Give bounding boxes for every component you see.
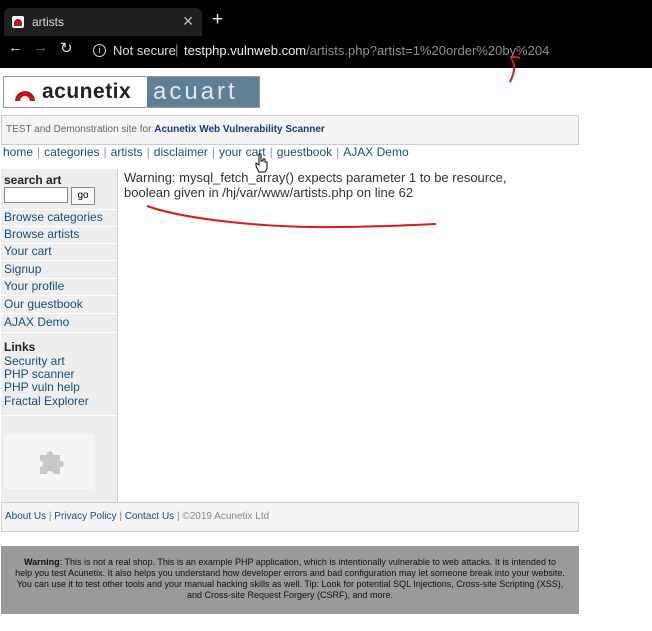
nav-separator: | xyxy=(269,145,273,159)
nav-artists[interactable]: artists xyxy=(111,145,143,159)
puzzle-piece-icon xyxy=(40,451,64,474)
logo-left: acunetix xyxy=(4,77,146,107)
back-icon[interactable]: ← xyxy=(8,39,23,56)
acunetix-logo-icon xyxy=(15,91,35,101)
security-status[interactable]: Not secure xyxy=(113,43,176,58)
nav-guestbook[interactable]: guestbook xyxy=(277,145,332,159)
nav-separator: | xyxy=(37,145,41,159)
tab-title: artists xyxy=(32,15,65,29)
nav-separator: | xyxy=(146,145,150,159)
sidebar-divider xyxy=(1,295,117,296)
sidebar-item-browse-artists[interactable]: Browse artists xyxy=(4,227,79,241)
plugin-placeholder xyxy=(4,434,94,489)
footer-about-link[interactable]: About Us xyxy=(5,511,46,522)
search-label: search art xyxy=(4,173,62,187)
tab-close-icon[interactable]: ✕ xyxy=(182,13,194,30)
search-input[interactable] xyxy=(4,187,68,203)
nav-ajax-demo[interactable]: AJAX Demo xyxy=(343,145,408,159)
sidebar-item-browse-categories[interactable]: Browse categories xyxy=(4,210,103,224)
sidebar-item-signup[interactable]: Signup xyxy=(4,262,41,276)
link-fractal-explorer[interactable]: Fractal Explorer xyxy=(4,394,89,408)
footer-bar: About Us | Privacy Policy | Contact Us |… xyxy=(1,502,579,532)
tagline-link[interactable]: Acunetix Web Vulnerability Scanner xyxy=(154,124,325,135)
link-php-vuln-help[interactable]: PHP vuln help xyxy=(4,380,80,394)
php-warning-message: Warning: mysql_fetch_array() expects par… xyxy=(124,170,507,200)
nav-separator: | xyxy=(211,145,215,159)
nav-disclaimer[interactable]: disclaimer xyxy=(154,145,208,159)
address-bar[interactable]: testphp.vulnweb.com/artists.php?artist=1… xyxy=(184,43,549,58)
annotation-arrow xyxy=(509,55,521,83)
sidebar-divider xyxy=(1,415,117,416)
footer-links: About Us | Privacy Policy | Contact Us |… xyxy=(5,511,269,522)
url-host: testphp.vulnweb.com xyxy=(184,43,307,58)
nav-home[interactable]: home xyxy=(3,145,33,159)
tagline-bar: TEST and Demonstration site for Acunetix… xyxy=(1,115,579,145)
logo-band: acuart xyxy=(147,77,259,107)
annotation-underline xyxy=(146,205,437,229)
tagline: TEST and Demonstration site for Acunetix… xyxy=(6,124,325,135)
nav-separator: | xyxy=(103,145,107,159)
disclaimer-text: Warning: This is not a real shop. This i… xyxy=(15,557,565,601)
footer-privacy-link[interactable]: Privacy Policy xyxy=(54,511,116,522)
sidebar-item-our-guestbook[interactable]: Our guestbook xyxy=(4,297,83,311)
links-heading: Links xyxy=(4,340,36,354)
sidebar-item-ajax-demo[interactable]: AJAX Demo xyxy=(4,315,69,329)
sidebar-divider xyxy=(1,313,117,314)
forward-icon[interactable]: → xyxy=(33,39,48,56)
new-tab-button[interactable]: + xyxy=(212,9,223,31)
browser-chrome: artists ✕ + ← → ↻ i Not secure | testphp… xyxy=(0,0,652,83)
logo-text: acunetix xyxy=(42,80,132,103)
address-separator: | xyxy=(175,42,179,57)
disclaimer-warning-label: Warning xyxy=(24,557,60,567)
sidebar-item-your-cart[interactable]: Your cart xyxy=(4,244,52,258)
search-go-button[interactable]: go xyxy=(71,187,95,205)
reload-icon[interactable]: ↻ xyxy=(60,39,73,57)
sidebar-divider xyxy=(1,260,117,261)
sidebar-divider xyxy=(1,332,117,333)
info-icon[interactable]: i xyxy=(93,44,106,57)
footer-contact-link[interactable]: Contact Us xyxy=(125,511,174,522)
footer-separator: | xyxy=(116,511,125,522)
favicon-icon xyxy=(12,16,24,28)
tagline-prefix: TEST and Demonstration site for xyxy=(6,124,155,135)
sidebar: search art go Browse categories Browse a… xyxy=(1,169,118,502)
link-php-scanner[interactable]: PHP scanner xyxy=(4,367,74,381)
top-navigation: home | categories | artists | disclaimer | your … xyxy=(3,145,409,159)
nav-categories[interactable]: categories xyxy=(44,145,99,159)
browser-tab[interactable]: artists ✕ xyxy=(4,8,202,36)
site-logo[interactable]: acunetix acuart xyxy=(3,76,260,108)
sidebar-item-your-profile[interactable]: Your profile xyxy=(4,279,64,293)
link-security-art[interactable]: Security art xyxy=(4,354,65,368)
footer-copyright: ©2019 Acunetix Ltd xyxy=(182,511,270,522)
logo-sub-text: acuart xyxy=(153,78,238,105)
disclaimer-body: : This is not a real shop. This is an ex… xyxy=(15,557,565,600)
disclaimer-box: Warning: This is not a real shop. This i… xyxy=(1,546,579,614)
nav-separator: | xyxy=(336,145,340,159)
